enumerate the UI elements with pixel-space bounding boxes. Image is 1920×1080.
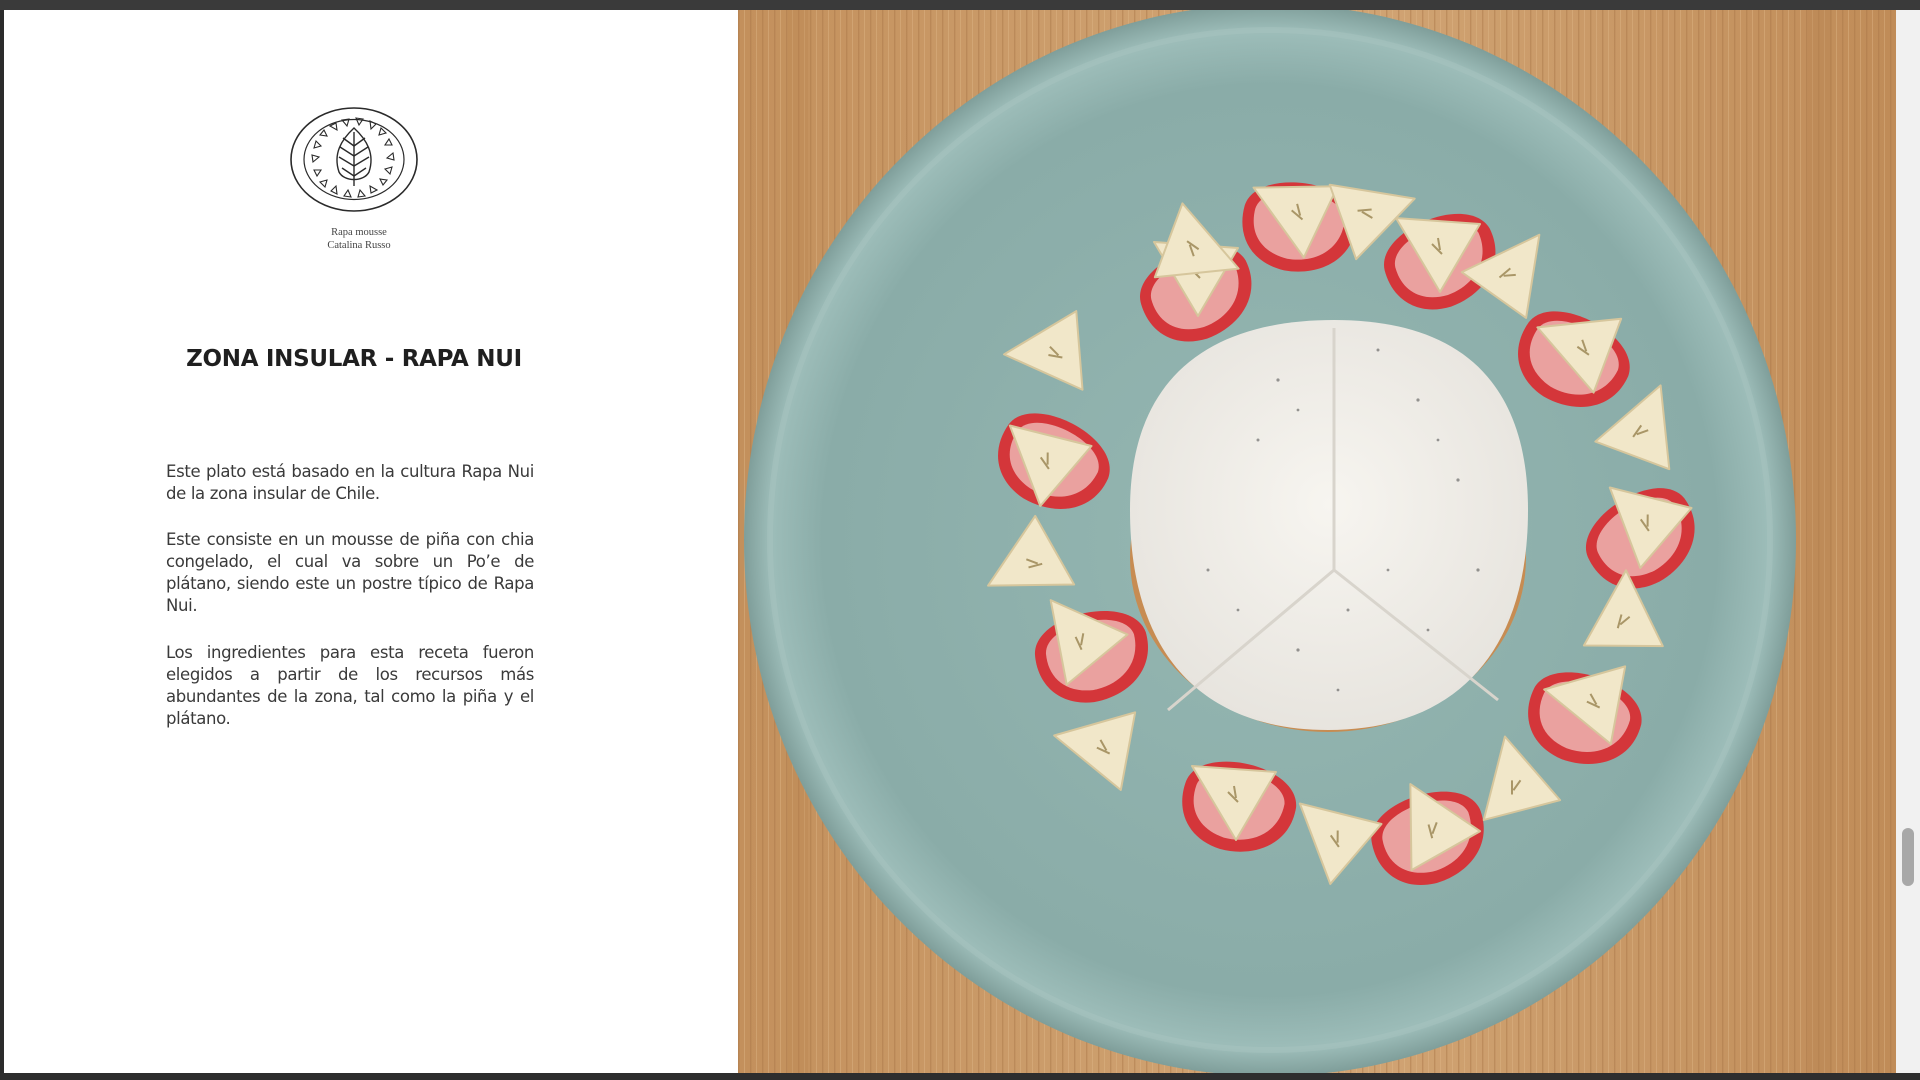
left-page: Rapa mousse Catalina Russo ZONA INSULAR … <box>4 10 738 1073</box>
viewer-bottom-bar <box>0 1073 1920 1080</box>
caption-author: Catalina Russo <box>327 240 391 251</box>
scrollbar-thumb[interactable] <box>1902 828 1914 886</box>
leaf-emblem-icon <box>290 107 418 212</box>
document-spread: Rapa mousse Catalina Russo ZONA INSULAR … <box>4 10 1896 1073</box>
viewer-top-bar <box>0 0 1920 10</box>
dish-caption: Rapa mousse Catalina Russo <box>259 226 459 252</box>
caption-dish-name: Rapa mousse <box>331 227 387 238</box>
paragraph-intro: Este plato está basado en la cultura Rap… <box>166 462 534 503</box>
paragraph-ingredients: Los ingredientes para esta receta fueron… <box>166 643 534 728</box>
dessert-photo <box>738 10 1896 1073</box>
page-title: ZONA INSULAR - RAPA NUI <box>186 346 522 372</box>
right-page <box>738 10 1896 1073</box>
paragraph-description: Este consiste en un mousse de piña con c… <box>166 530 534 615</box>
vertical-scrollbar[interactable] <box>1896 10 1920 1073</box>
